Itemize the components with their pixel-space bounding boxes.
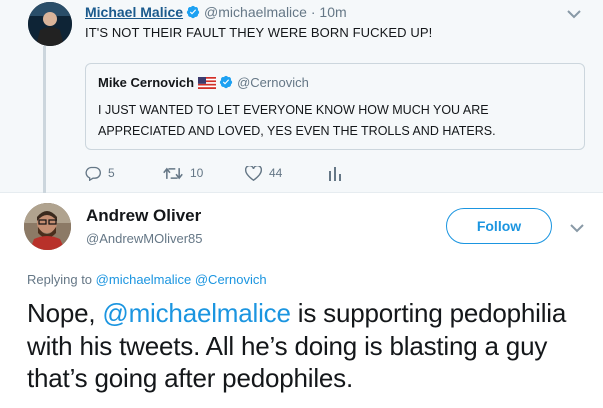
replying-mention-michaelmalice[interactable]: @michaelmalice (96, 272, 192, 287)
author-name-michael-malice[interactable]: Michael Malice (85, 4, 183, 20)
verified-badge-icon (219, 75, 233, 92)
like-count: 44 (269, 166, 283, 180)
author-name-andrew-oliver[interactable]: Andrew Oliver (86, 206, 201, 226)
like-button[interactable]: 44 (245, 165, 283, 181)
quoted-author-handle: @Cernovich (237, 75, 309, 90)
like-icon (245, 165, 262, 181)
reply-icon (85, 166, 101, 181)
quoted-tweet-header: Mike Cernovich @Cernovich (98, 75, 309, 92)
replying-mention-cernovich[interactable]: @Cernovich (195, 272, 267, 287)
verified-badge-icon (186, 5, 200, 22)
retweet-count: 10 (190, 166, 204, 180)
conversation-tweet-text: IT'S NOT THEIR FAULT THEY WERE BORN FUCK… (85, 25, 433, 40)
retweet-button[interactable]: 10 (163, 166, 203, 181)
quoted-tweet-text: I JUST WANTED TO LET EVERYONE KNOW HOW M… (98, 103, 496, 138)
quoted-author-name: Mike Cernovich (98, 75, 195, 90)
conversation-tweet[interactable]: Michael Malice @michaelmalice · 10m IT'S … (0, 0, 603, 193)
chevron-down-icon[interactable] (567, 6, 581, 24)
main-tweet-text: Nope, @michaelmalice is supporting pedop… (27, 297, 597, 395)
author-handle-andrew-oliver[interactable]: @AndrewMOliver85 (86, 231, 203, 246)
tweet-page: Michael Malice @michaelmalice · 10m IT'S … (0, 0, 603, 408)
reply-button[interactable]: 5 (85, 166, 115, 181)
thread-connector-line (43, 46, 46, 193)
analytics-button[interactable] (328, 166, 342, 181)
conversation-tweet-header: Michael Malice @michaelmalice · 10m (85, 4, 347, 22)
us-flag-icon (198, 77, 217, 92)
main-tweet-text-start: Nope, (27, 298, 103, 328)
author-handle[interactable]: @michaelmalice (204, 4, 307, 20)
tweet-time[interactable]: · 10m (311, 4, 347, 20)
avatar-michael-malice[interactable] (28, 2, 72, 46)
quoted-tweet[interactable]: Mike Cernovich @Cernovich I JUST WANTED T… (85, 63, 585, 150)
replying-to-label: Replying to (27, 272, 93, 287)
stats-icon (329, 166, 341, 181)
main-tweet-mention[interactable]: @michaelmalice (102, 298, 291, 328)
follow-button[interactable]: Follow (446, 208, 552, 244)
replying-to-line: Replying to @michaelmalice @Cernovich (27, 272, 267, 287)
retweet-icon (163, 167, 183, 179)
chevron-down-icon[interactable] (570, 220, 584, 238)
avatar-andrew-oliver[interactable] (24, 203, 71, 250)
reply-count: 5 (108, 166, 115, 180)
